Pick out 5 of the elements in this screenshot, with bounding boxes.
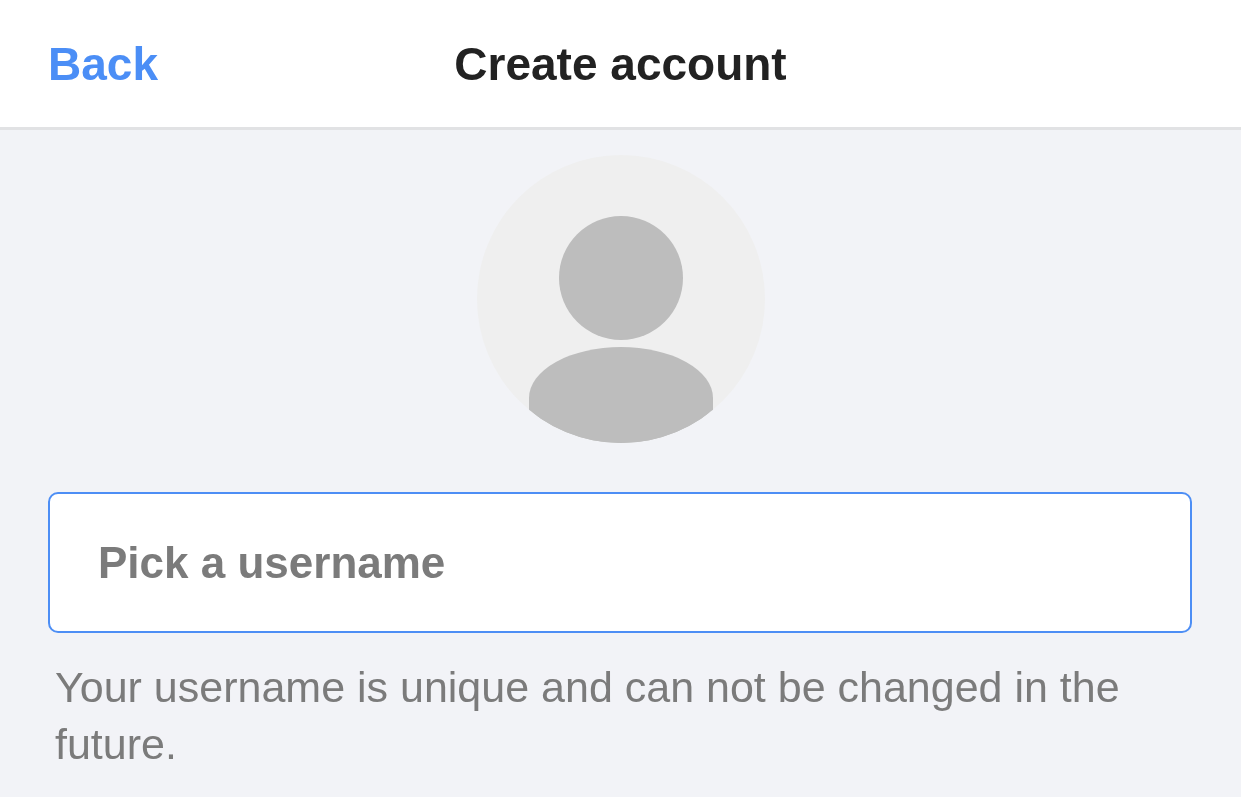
username-field[interactable]: Pick a username bbox=[48, 492, 1192, 633]
back-link[interactable]: Back bbox=[48, 36, 158, 91]
helper-text: Your username is unique and can not be changed in the future. bbox=[55, 662, 1121, 770]
page-title: Create account bbox=[454, 36, 787, 91]
avatar-silhouette-icon bbox=[476, 155, 765, 443]
